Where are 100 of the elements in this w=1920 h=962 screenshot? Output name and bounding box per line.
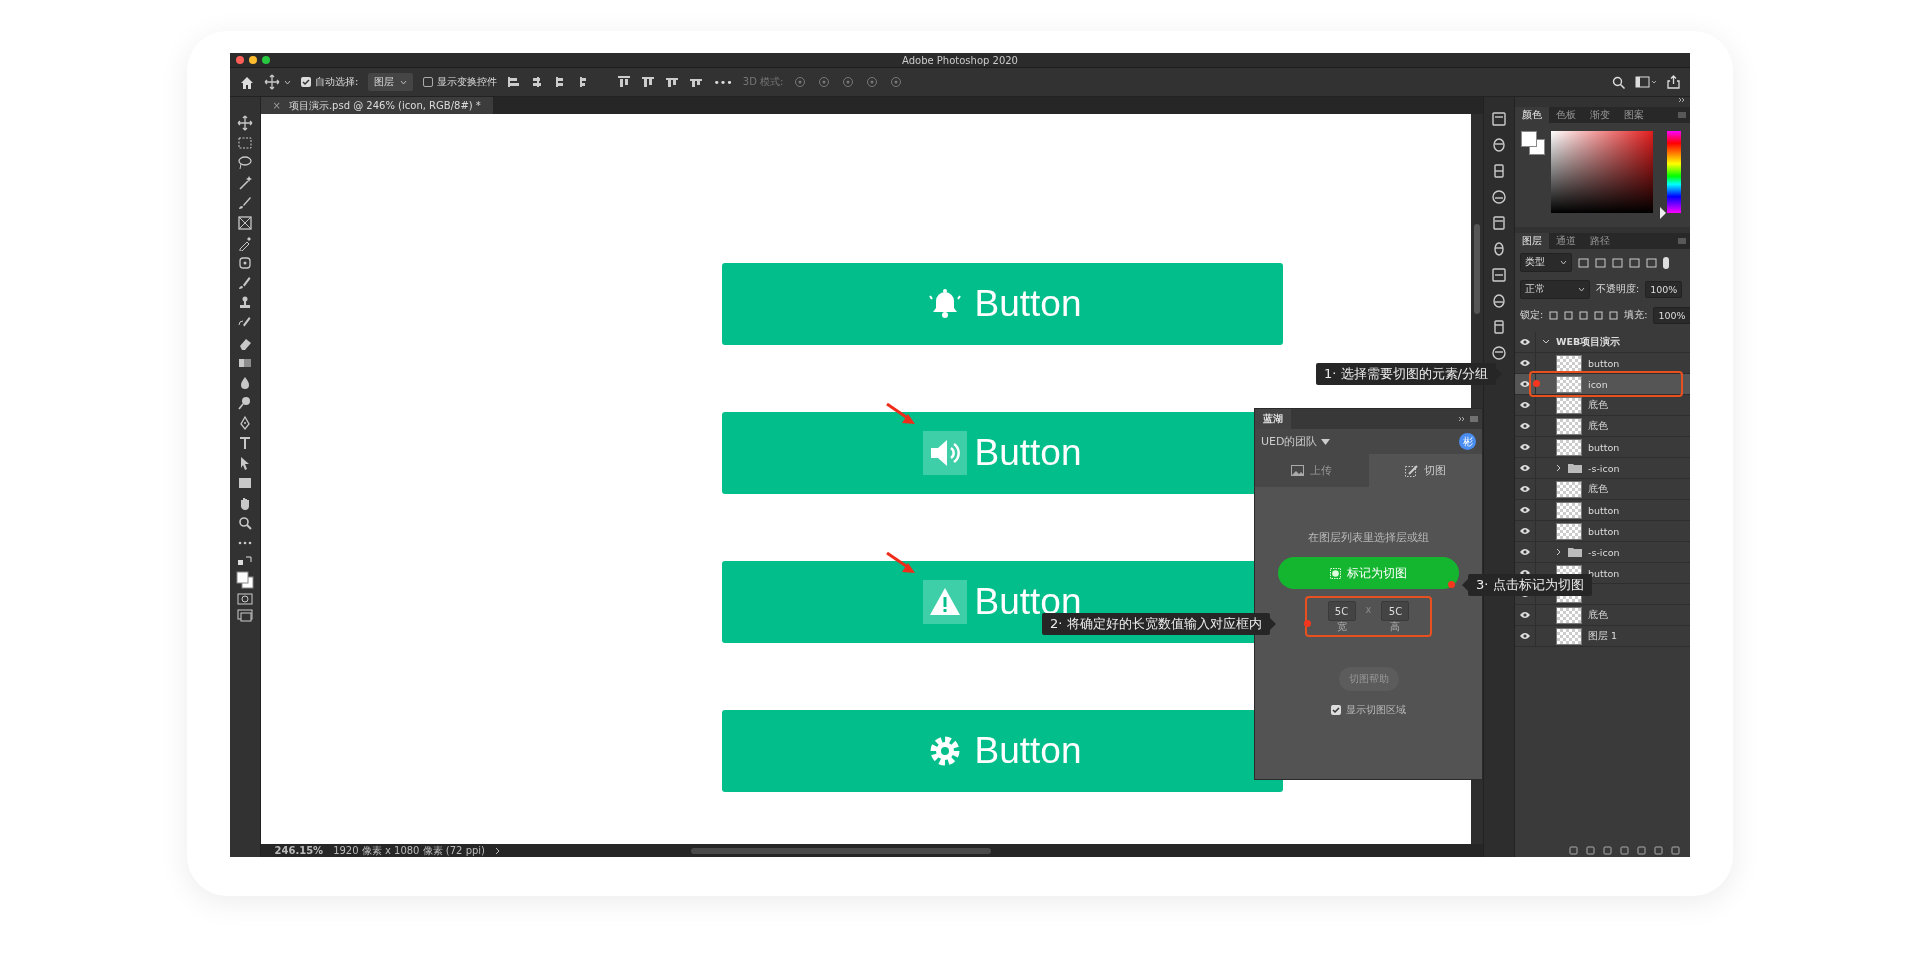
slice-icon xyxy=(1404,464,1418,477)
field-label: 高 xyxy=(1390,621,1401,632)
move-icon[interactable] xyxy=(236,115,253,131)
quick-mask-icon[interactable] xyxy=(236,593,253,605)
layer-row[interactable]: button xyxy=(1515,437,1690,458)
caret-icon xyxy=(400,79,408,85)
search-icon[interactable] xyxy=(1612,75,1625,89)
checkbox-label: 显示变换控件 xyxy=(437,75,498,89)
target-dropdown[interactable]: 图层 xyxy=(368,73,414,91)
check-icon xyxy=(1332,706,1340,714)
filter-dropdown[interactable]: 类型 xyxy=(1520,253,1572,272)
caret-icon xyxy=(1560,260,1567,265)
panel-tab[interactable]: 图层 xyxy=(1515,233,1549,249)
layer-name: button xyxy=(1588,357,1620,369)
scrollbar-thumb[interactable] xyxy=(691,847,991,854)
eye-icon[interactable] xyxy=(1519,611,1531,619)
chevron-down-icon[interactable] xyxy=(1542,339,1550,345)
layer-row[interactable]: 图层 1 xyxy=(1515,626,1690,647)
checkbox[interactable] xyxy=(423,77,434,87)
team-selector[interactable]: UED的团队 xyxy=(1261,434,1318,449)
panel-tab[interactable]: 蓝湖 xyxy=(1255,409,1291,429)
chevron-right-icon[interactable] xyxy=(1556,548,1562,556)
eye-icon[interactable] xyxy=(1519,443,1531,451)
layer-row[interactable]: -s-icon xyxy=(1515,458,1690,479)
frame-icon[interactable] xyxy=(236,215,253,231)
layer-name: icon xyxy=(1588,378,1608,390)
eye-icon[interactable] xyxy=(1519,506,1531,514)
layer-row[interactable]: 底色 xyxy=(1515,395,1690,416)
toggle-icon[interactable] xyxy=(1663,256,1669,269)
blend-mode-dropdown[interactable]: 正常 xyxy=(1520,280,1590,299)
move-icon[interactable] xyxy=(264,74,280,90)
distribute-icon[interactable] xyxy=(689,76,704,88)
caret-icon[interactable] xyxy=(284,79,291,85)
slider-thumb[interactable] xyxy=(1660,207,1666,219)
layer-row[interactable]: -s-icon xyxy=(1515,542,1690,563)
eye-icon[interactable] xyxy=(1519,401,1531,409)
marker-dot xyxy=(1533,380,1540,387)
distribute-icon[interactable] xyxy=(617,76,632,88)
panel-tab[interactable]: 颜色 xyxy=(1515,107,1549,123)
eye-icon[interactable] xyxy=(1519,422,1531,430)
screen-mode-icon[interactable] xyxy=(236,609,253,622)
eyedropper-icon[interactable] xyxy=(236,235,253,251)
lasso-icon[interactable] xyxy=(236,155,253,171)
layer-row[interactable]: button xyxy=(1515,500,1690,521)
brush-icon[interactable] xyxy=(236,275,253,291)
eye-icon[interactable] xyxy=(1519,338,1531,346)
scrollbar-thumb[interactable] xyxy=(1473,224,1480,314)
eye-icon[interactable] xyxy=(1519,527,1531,535)
checkbox-label: 自动选择: xyxy=(315,75,359,89)
panel-tab[interactable]: 图案 xyxy=(1617,107,1651,123)
brush-icon[interactable] xyxy=(236,195,253,211)
layer-row[interactable]: WEB项目演示 xyxy=(1515,332,1690,353)
height-field[interactable]: 5C xyxy=(1381,601,1410,621)
color-field[interactable] xyxy=(1551,131,1653,213)
eye-icon[interactable] xyxy=(1519,485,1531,493)
layer-row[interactable]: button xyxy=(1515,521,1690,542)
panel-tab[interactable]: 色板 xyxy=(1549,107,1583,123)
color-swatch-icon[interactable] xyxy=(235,571,254,589)
layer-thumbnail xyxy=(1556,501,1582,519)
share-icon[interactable] xyxy=(1667,75,1680,89)
layer-row[interactable]: 底色 xyxy=(1515,479,1690,500)
caret-icon[interactable] xyxy=(1321,438,1331,445)
layer-row[interactable]: icon xyxy=(1515,374,1690,395)
eye-icon[interactable] xyxy=(1519,380,1531,388)
workspace-icon[interactable] xyxy=(1635,76,1657,88)
layer-name: -s-icon xyxy=(1588,462,1620,474)
distribute-icon[interactable] xyxy=(641,76,656,88)
layer-name: 底色 xyxy=(1588,419,1608,433)
expand-icon[interactable] xyxy=(1678,97,1686,103)
color-swatch-icon[interactable] xyxy=(1521,131,1545,155)
more-button[interactable]: ••• xyxy=(713,75,733,89)
chevron-right-icon[interactable] xyxy=(1556,464,1562,472)
align-icon[interactable] xyxy=(507,76,522,88)
width-field[interactable]: 5C xyxy=(1327,601,1356,621)
layer-name: 图层 1 xyxy=(1588,629,1618,643)
eye-icon[interactable] xyxy=(1519,548,1531,556)
checkbox[interactable] xyxy=(301,77,311,87)
image-icon xyxy=(1291,465,1305,476)
swap-colors-icon[interactable] xyxy=(236,555,253,567)
document-tab[interactable]: × 项目演示.psd @ 246% (icon, RGB/8#) * xyxy=(260,97,493,114)
panel-tab[interactable]: 路径 xyxy=(1583,233,1617,249)
panel-tab[interactable]: 渐变 xyxy=(1583,107,1617,123)
marker-dot xyxy=(1448,581,1455,588)
opacity-field[interactable]: 100% xyxy=(1645,281,1683,298)
home-icon[interactable] xyxy=(240,75,254,89)
zoom-icon[interactable] xyxy=(236,515,253,531)
checkbox[interactable] xyxy=(1331,705,1341,715)
panel-tab[interactable]: 通道 xyxy=(1549,233,1583,249)
chevron-right-icon[interactable] xyxy=(495,846,501,855)
dodge-icon[interactable] xyxy=(236,395,253,411)
eye-icon[interactable] xyxy=(1519,632,1531,640)
layer-row[interactable]: 底色 xyxy=(1515,416,1690,437)
expand-icon[interactable] xyxy=(1458,416,1466,422)
layer-row[interactable]: 底色 xyxy=(1515,605,1690,626)
eye-icon[interactable] xyxy=(1519,464,1531,472)
eye-icon[interactable] xyxy=(1519,359,1531,367)
distribute-icon[interactable] xyxy=(665,76,680,88)
fill-field[interactable]: 100% xyxy=(1653,307,1690,324)
marquee-icon[interactable] xyxy=(236,135,253,151)
rectangle-icon[interactable] xyxy=(236,475,253,491)
